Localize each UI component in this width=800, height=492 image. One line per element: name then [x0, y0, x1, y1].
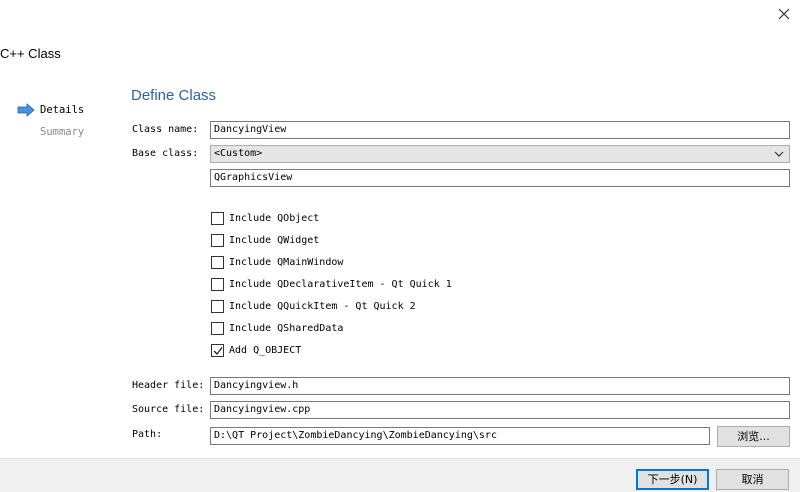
checkbox-label: Include QMainWindow	[229, 257, 344, 268]
custom-base-class-input[interactable]: QGraphicsView	[210, 169, 790, 187]
cancel-button[interactable]: 取消	[716, 469, 789, 490]
nav-step-details: Details	[40, 104, 85, 116]
page-heading: Define Class	[131, 87, 217, 104]
base-class-selected: <Custom>	[214, 148, 263, 159]
check-icon	[213, 347, 223, 355]
checkbox-label: Include QWidget	[229, 235, 320, 246]
checkbox-box[interactable]	[211, 300, 224, 313]
class-name-input[interactable]: DancyingView	[210, 121, 790, 139]
path-label: Path:	[132, 429, 163, 440]
base-class-select[interactable]: <Custom>	[210, 145, 790, 163]
checkbox-box[interactable]	[211, 344, 224, 357]
arrow-right-icon	[17, 103, 35, 117]
path-input[interactable]: D:\QT Project\ZombieDancying\ZombieDancy…	[210, 427, 710, 445]
checkbox-box[interactable]	[211, 212, 224, 225]
class-name-label: Class name:	[132, 124, 199, 135]
checkbox-box[interactable]	[211, 322, 224, 335]
source-file-label: Source file:	[132, 404, 205, 415]
checkbox-label: Include QObject	[229, 213, 320, 224]
nav-step-summary: Summary	[40, 126, 85, 138]
close-button[interactable]	[772, 4, 796, 26]
close-icon	[778, 8, 790, 20]
checkbox-label: Include QQuickItem - Qt Quick 2	[229, 301, 416, 312]
checkbox-label: Include QDeclarativeItem - Qt Quick 1	[229, 279, 452, 290]
checkbox-box[interactable]	[211, 278, 224, 291]
window-title: C++ Class	[0, 46, 61, 61]
source-file-input[interactable]: Dancyingview.cpp	[210, 401, 790, 419]
checkbox-label: Include QSharedData	[229, 323, 344, 334]
base-class-label: Base class:	[132, 148, 199, 159]
chevron-down-icon	[774, 151, 784, 157]
checkbox-box[interactable]	[211, 234, 224, 247]
next-button[interactable]: 下一步(N)	[636, 469, 709, 490]
browse-button[interactable]: 浏览...	[717, 426, 790, 447]
checkbox-label: Add Q_OBJECT	[229, 345, 302, 356]
header-file-label: Header file:	[132, 380, 205, 391]
checkbox-box[interactable]	[211, 256, 224, 269]
header-file-input[interactable]: Dancyingview.h	[210, 377, 790, 395]
